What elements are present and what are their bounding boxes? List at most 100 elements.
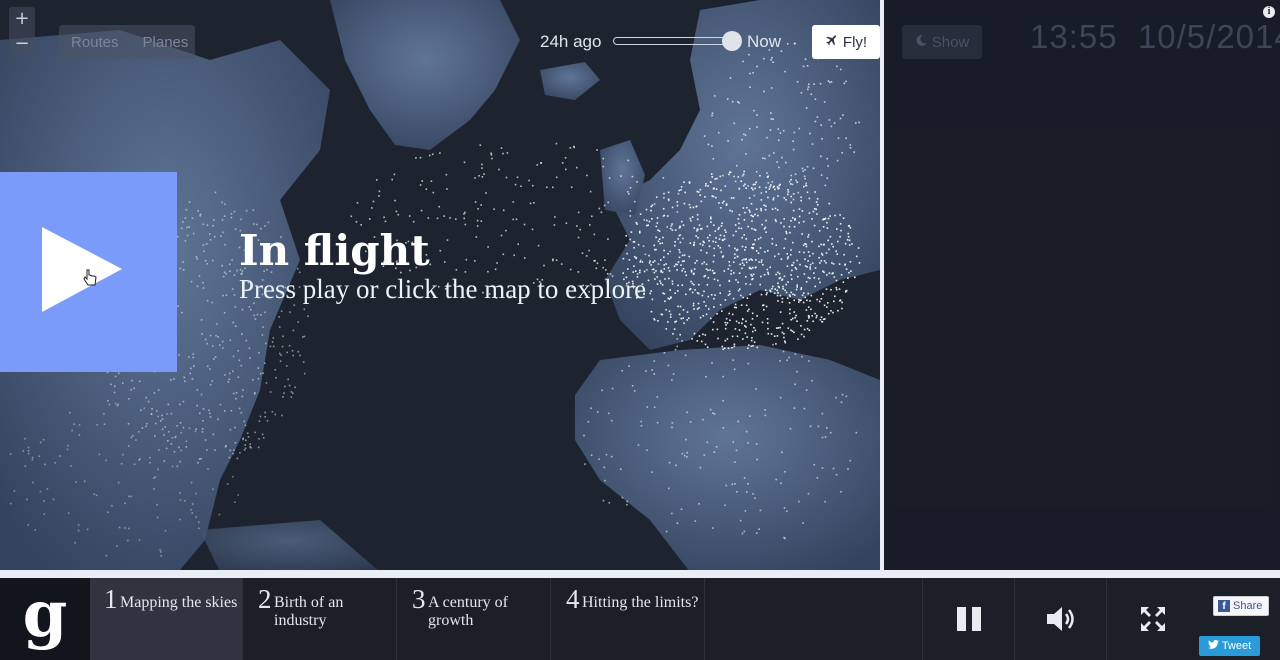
landmass-greenland: [330, 0, 520, 150]
flight-dot: [52, 498, 55, 501]
flight-dot: [198, 527, 200, 530]
flight-dot: [696, 259, 698, 262]
time-slider-thumb[interactable]: [722, 31, 742, 51]
flight-dot: [157, 415, 159, 418]
flight-dot: [750, 202, 753, 205]
flight-dot: [798, 221, 800, 224]
flight-dot: [816, 314, 818, 317]
flight-dot: [86, 528, 89, 531]
flight-dot: [222, 294, 224, 297]
chapter-4[interactable]: 4 Hitting the limits?: [552, 578, 705, 660]
volume-button[interactable]: [1014, 578, 1106, 660]
flight-dot: [760, 275, 762, 278]
time-slider-track[interactable]: [613, 37, 738, 45]
flight-dot: [591, 215, 593, 218]
facebook-share-button[interactable]: f Share: [1213, 596, 1269, 616]
planes-toggle[interactable]: Planes: [131, 34, 201, 51]
fullscreen-button[interactable]: [1106, 578, 1198, 660]
fly-button[interactable]: Fly!: [812, 25, 880, 59]
flight-dot: [39, 490, 42, 493]
flight-dot: [784, 289, 786, 292]
flight-dot: [605, 453, 608, 456]
flight-dot: [690, 280, 692, 283]
zoom-in-button[interactable]: +: [9, 7, 35, 32]
flight-dot: [235, 397, 237, 400]
flight-dot: [777, 300, 779, 302]
tweet-button[interactable]: Tweet: [1199, 636, 1260, 656]
flight-dot: [712, 321, 715, 323]
intro-title: In flight: [239, 226, 430, 275]
show-button[interactable]: Show: [902, 25, 982, 59]
flight-dot: [770, 87, 773, 89]
routes-toggle[interactable]: Routes: [59, 34, 131, 51]
flight-dot: [855, 122, 857, 124]
flight-dot: [853, 151, 855, 153]
flight-dot: [667, 487, 670, 490]
flight-dot: [601, 389, 603, 392]
flight-dot: [665, 308, 667, 311]
flight-dot: [727, 294, 730, 296]
flight-dot: [670, 296, 672, 298]
flight-dot: [185, 440, 188, 443]
flight-dot: [749, 211, 751, 213]
flight-dot: [290, 396, 293, 398]
flight-dot: [288, 344, 291, 347]
flight-dot: [77, 529, 80, 532]
play-button[interactable]: [0, 172, 177, 372]
chapter-2[interactable]: 2 Birth of an industry: [244, 578, 397, 660]
flight-dot: [257, 367, 260, 369]
flight-dot: [502, 152, 504, 155]
flight-dot: [705, 252, 708, 254]
chapter-3[interactable]: 3 A century of growth: [398, 578, 551, 660]
flight-dot: [586, 174, 588, 177]
flight-dot: [619, 468, 622, 470]
flight-dot: [212, 488, 214, 490]
flight-dot: [807, 292, 809, 295]
flight-dot: [677, 284, 679, 287]
flight-dot: [822, 293, 824, 295]
flight-dot: [428, 154, 431, 157]
flight-dot: [757, 238, 760, 240]
chapter-1[interactable]: 1 Mapping the skies: [90, 578, 243, 660]
zoom-out-button[interactable]: −: [9, 32, 35, 57]
flight-dot: [75, 481, 77, 483]
slider-end-label: Now: [747, 32, 782, 51]
flight-dot: [480, 204, 482, 206]
flight-dot: [257, 377, 260, 380]
flight-dot: [728, 261, 731, 263]
pause-button[interactable]: [922, 578, 1014, 660]
flight-dot: [669, 227, 672, 230]
flight-dot: [681, 254, 684, 257]
flight-dot: [667, 252, 669, 255]
flight-dot: [752, 273, 755, 276]
flight-dot: [651, 298, 654, 301]
flight-dot: [735, 230, 737, 233]
info-icon[interactable]: i: [1263, 6, 1275, 18]
flight-dot: [786, 265, 789, 267]
flight-dot: [693, 241, 696, 244]
flight-dot: [725, 484, 728, 487]
flight-dot: [749, 415, 751, 417]
flight-dot: [683, 322, 685, 324]
flight-dot: [241, 395, 244, 398]
flight-dot: [281, 345, 284, 348]
flight-dot: [778, 166, 780, 169]
flight-dot: [229, 449, 232, 452]
flight-dot: [849, 261, 852, 263]
flight-dot: [805, 107, 808, 109]
flight-dot: [750, 345, 753, 347]
flight-dot: [176, 465, 179, 468]
flight-dot: [161, 428, 164, 431]
chapter-label: Hitting the limits?: [582, 594, 699, 611]
flight-dot: [733, 343, 736, 346]
flight-dot: [621, 496, 624, 499]
flight-dot: [483, 173, 485, 175]
flight-dot: [828, 272, 831, 274]
flight-dot: [653, 318, 655, 320]
flight-dot: [228, 372, 231, 375]
flight-dot: [720, 225, 723, 227]
flight-dot: [223, 271, 226, 274]
flight-dot: [420, 209, 423, 212]
flight-dot: [719, 284, 721, 287]
guardian-logo[interactable]: g: [0, 578, 90, 660]
